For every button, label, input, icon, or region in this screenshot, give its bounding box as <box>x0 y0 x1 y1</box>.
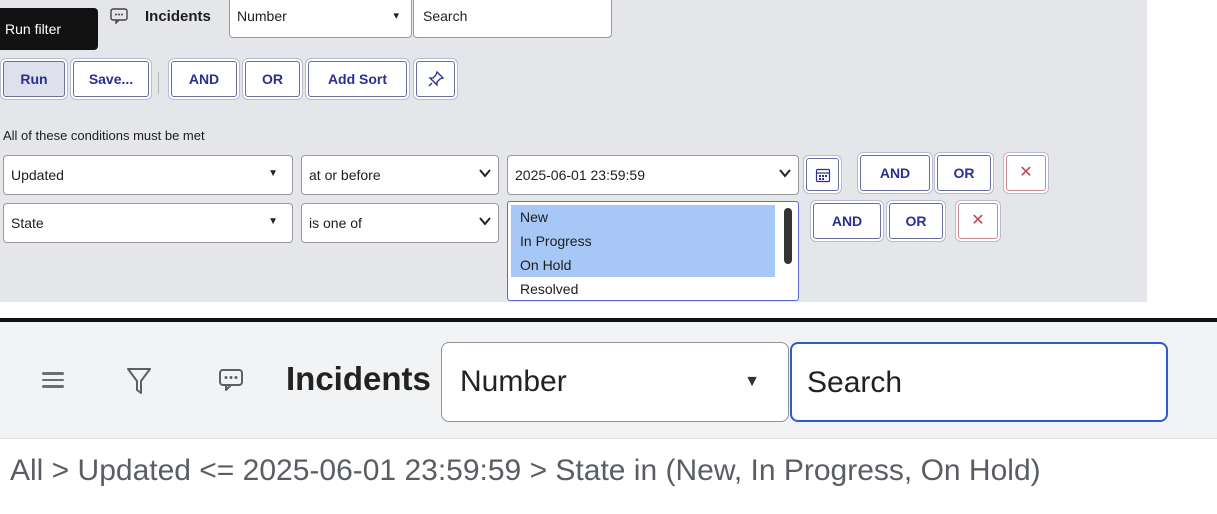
pin-icon <box>427 70 444 87</box>
menu-icon[interactable] <box>42 372 64 392</box>
condition-2-field-value: State <box>11 215 44 231</box>
condition-2-or-button[interactable]: OR <box>889 203 943 239</box>
chevron-down-icon <box>479 169 491 178</box>
add-sort-button-label: Add Sort <box>327 71 388 87</box>
breadcrumb[interactable]: All > Updated <= 2025-06-01 23:59:59 > S… <box>10 454 1041 488</box>
caret-down-icon: ▼ <box>268 216 278 227</box>
conditions-label: All of these conditions must be met <box>3 128 205 143</box>
run-button-label: Run <box>20 71 48 87</box>
caret-down-icon: ▼ <box>744 373 760 390</box>
listbox-scrollbar[interactable] <box>784 208 792 264</box>
chat-icon[interactable] <box>110 8 128 24</box>
search-placeholder: Search <box>423 8 468 24</box>
condition-2-and-label: AND <box>831 213 863 229</box>
condition-2-and-button[interactable]: AND <box>813 203 881 239</box>
list-search-placeholder: Search <box>807 366 903 399</box>
condition-1-value-select[interactable]: 2025-06-01 23:59:59 <box>507 155 799 195</box>
or-button[interactable]: OR <box>245 61 300 97</box>
condition-1-operator-value: at or before <box>309 167 381 183</box>
chevron-down-icon <box>479 217 491 226</box>
run-button[interactable]: Run <box>3 61 65 97</box>
condition-2-operator-value: is one of <box>309 215 362 231</box>
chevron-down-icon <box>779 169 791 178</box>
list-title: Incidents <box>286 360 431 397</box>
calendar-button[interactable] <box>806 158 839 191</box>
calendar-icon <box>815 168 830 183</box>
condition-1-and-button[interactable]: AND <box>860 155 930 191</box>
condition-1-value: 2025-06-01 23:59:59 <box>515 167 645 183</box>
close-icon: ✕ <box>971 212 985 229</box>
search-field-select-value: Number <box>237 8 287 24</box>
condition-1-remove-button[interactable]: ✕ <box>1006 155 1046 191</box>
chat-icon[interactable] <box>218 368 244 392</box>
list-search-field-select[interactable]: Number ▼ <box>441 342 789 422</box>
and-button[interactable]: AND <box>171 61 237 97</box>
caret-down-icon: ▾ <box>393 10 399 22</box>
list-search-input[interactable]: Search <box>790 342 1168 422</box>
condition-1-field-select[interactable]: Updated ▼ <box>3 155 293 195</box>
condition-2-operator-select[interactable]: is one of <box>301 203 499 243</box>
and-button-label: AND <box>188 71 220 87</box>
or-button-label: OR <box>262 71 283 87</box>
condition-2-or-label: OR <box>905 213 927 229</box>
save-button[interactable]: Save... <box>73 61 149 97</box>
close-icon: ✕ <box>1019 164 1033 181</box>
condition-1-or-label: OR <box>953 165 975 181</box>
list-search-field-value: Number <box>460 365 567 398</box>
condition-2-field-select[interactable]: State ▼ <box>3 203 293 243</box>
filter-header: Incidents Number ▾ Search <box>0 0 1147 42</box>
condition-1-operator-select[interactable]: at or before <box>301 155 499 195</box>
condition-1-or-button[interactable]: OR <box>937 155 991 191</box>
page-title: Incidents <box>145 8 211 25</box>
run-filter-tooltip: Run filter <box>0 8 98 50</box>
toolbar-divider <box>158 72 159 94</box>
add-sort-button[interactable]: Add Sort <box>308 61 407 97</box>
save-button-label: Save... <box>88 71 134 87</box>
condition-1-and-label: AND <box>879 165 911 181</box>
search-input[interactable]: Search <box>413 0 612 38</box>
listbox-option-in-progress[interactable]: In Progress <box>511 229 775 253</box>
pin-button[interactable] <box>416 61 455 97</box>
listbox-option-on-hold[interactable]: On Hold <box>511 253 775 277</box>
condition-2-value-listbox[interactable]: New In Progress On Hold Resolved <box>507 201 799 301</box>
filter-panel: Incidents Number ▾ Search Run filter Run… <box>0 0 1147 302</box>
caret-down-icon: ▼ <box>268 168 278 179</box>
condition-1-field-value: Updated <box>11 167 64 183</box>
condition-2-remove-button[interactable]: ✕ <box>958 203 998 239</box>
listbox-option-resolved[interactable]: Resolved <box>511 277 775 300</box>
search-field-select[interactable]: Number ▾ <box>229 0 412 38</box>
filter-icon[interactable] <box>126 366 152 396</box>
listbox-option-new[interactable]: New <box>511 205 775 229</box>
